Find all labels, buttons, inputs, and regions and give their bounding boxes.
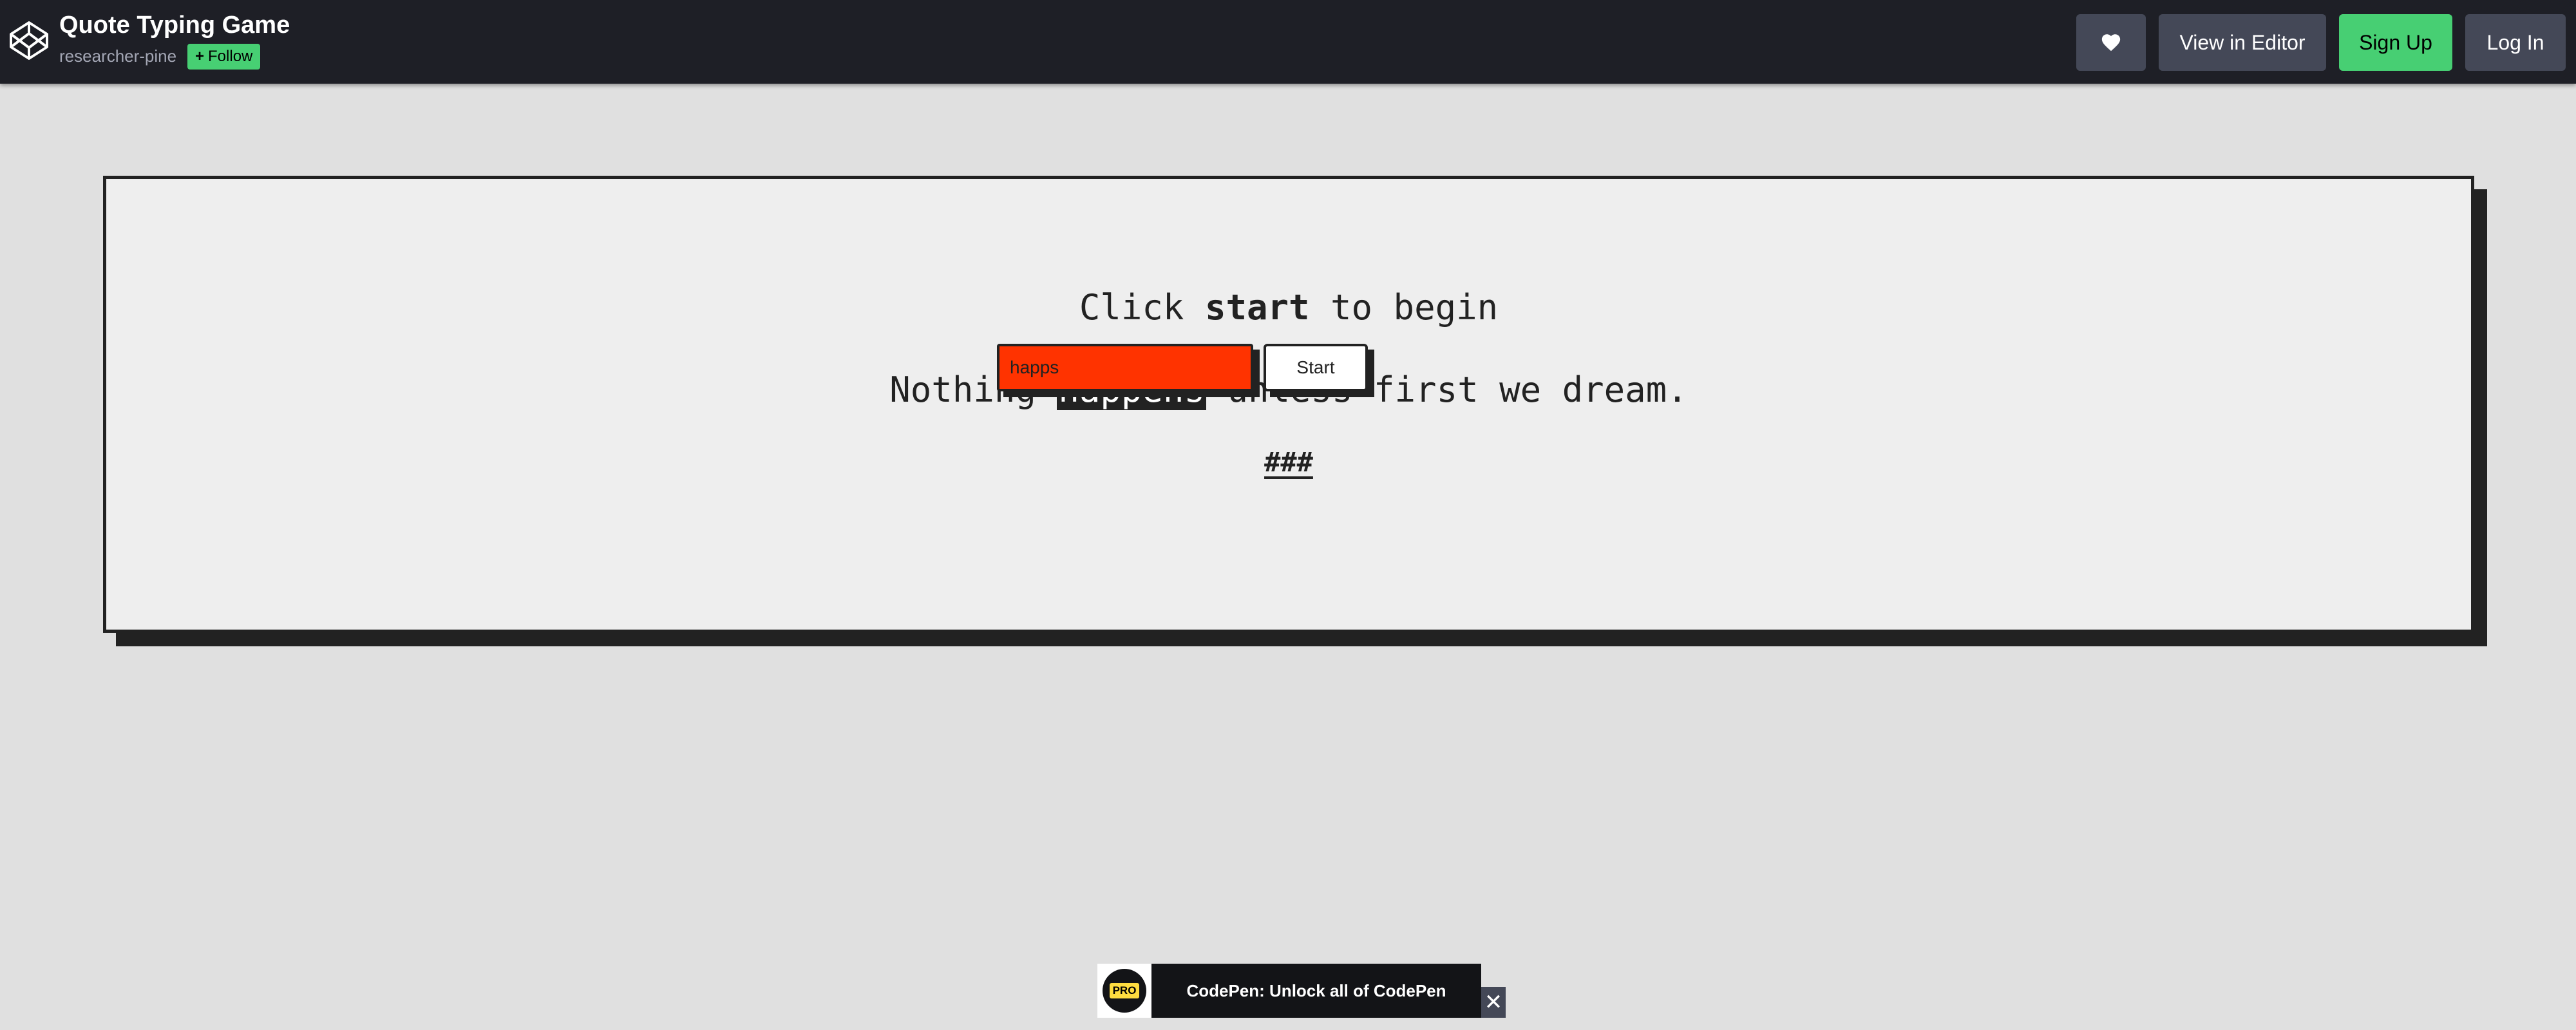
follow-button[interactable]: + Follow xyxy=(187,44,261,70)
view-in-editor-button[interactable]: View in Editor xyxy=(2159,14,2326,71)
pro-badge-label: PRO xyxy=(1110,983,1139,998)
sign-up-button[interactable]: Sign Up xyxy=(2339,14,2452,71)
score-display: ### xyxy=(1264,446,1313,478)
instruction-prefix: Click xyxy=(1079,287,1205,328)
author-name[interactable]: researcher-pine xyxy=(59,46,176,66)
like-button[interactable] xyxy=(2076,14,2146,71)
instruction-text: Click start to begin xyxy=(106,287,2471,328)
pro-banner[interactable]: PRO CodePen: Unlock all of CodePen xyxy=(1097,964,1481,1018)
game-panel: Click start to begin Nothing happens unl… xyxy=(103,176,2474,633)
codepen-logo-icon[interactable] xyxy=(8,19,50,62)
log-in-button[interactable]: Log In xyxy=(2465,14,2566,71)
start-button[interactable]: Start xyxy=(1264,344,1368,391)
close-icon[interactable]: ✕ xyxy=(1481,987,1506,1018)
pro-badge-icon: PRO xyxy=(1097,964,1151,1018)
top-bar: Quote Typing Game researcher-pine + Follo… xyxy=(0,0,2576,84)
instruction-emphasis: start xyxy=(1204,287,1310,328)
follow-label: Follow xyxy=(208,48,253,65)
instruction-suffix: to begin xyxy=(1309,287,1499,328)
heart-icon xyxy=(2101,33,2121,51)
plus-icon: + xyxy=(195,48,205,65)
pen-title: Quote Typing Game xyxy=(59,12,290,39)
banner-text: CodePen: Unlock all of CodePen xyxy=(1186,980,1446,1000)
typing-input[interactable] xyxy=(997,344,1253,391)
